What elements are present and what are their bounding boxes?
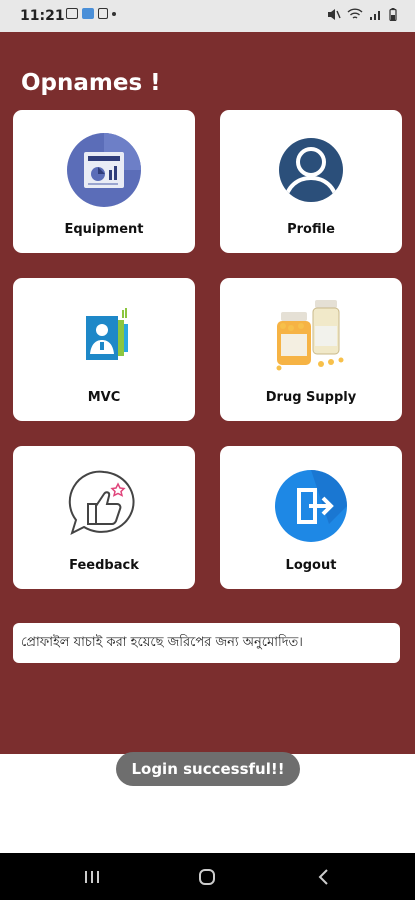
equipment-icon <box>64 130 144 210</box>
navigation-bar <box>0 853 415 900</box>
back-icon[interactable] <box>314 867 334 887</box>
mvc-icon <box>64 298 144 378</box>
mvc-label: MVC <box>87 390 121 405</box>
feedback-card[interactable]: Feedback <box>13 446 195 589</box>
wifi-icon <box>347 8 363 19</box>
feedback-icon <box>64 466 144 546</box>
equipment-card[interactable]: Equipment <box>13 110 195 253</box>
equipment-label: Equipment <box>64 222 144 237</box>
profile-label: Profile <box>287 222 335 237</box>
battery-icon <box>389 8 397 21</box>
page-title: Opnames ! <box>21 70 161 96</box>
login-toast: Login successful!! <box>116 752 300 786</box>
drug-supply-icon <box>271 298 351 378</box>
verification-message: প্রোফাইল যাচাই করা হয়েছে জরিপের জন্য অন… <box>13 623 400 663</box>
logout-label: Logout <box>285 558 337 573</box>
notification-icons <box>66 8 116 19</box>
feedback-label: Feedback <box>69 558 139 573</box>
profile-icon <box>271 130 351 210</box>
recents-icon[interactable] <box>82 867 102 887</box>
app-icon <box>82 8 94 19</box>
trash-icon <box>98 8 108 19</box>
home-icon[interactable] <box>197 867 217 887</box>
logout-icon <box>271 466 351 546</box>
status-bar: 11:21 <box>0 0 415 32</box>
profile-card[interactable]: Profile <box>220 110 402 253</box>
logout-card[interactable]: Logout <box>220 446 402 589</box>
mute-icon <box>328 9 341 20</box>
status-time: 11:21 <box>20 8 65 24</box>
mvc-card[interactable]: MVC <box>13 278 195 421</box>
drug-supply-card[interactable]: Drug Supply <box>220 278 402 421</box>
drug-supply-label: Drug Supply <box>265 390 357 405</box>
gallery-icon <box>66 8 78 19</box>
system-icons <box>327 8 397 21</box>
signal-icon <box>370 11 380 20</box>
main-panel: Opnames ! Equipment Profile MVC Drug Sup… <box>0 32 415 754</box>
dot-icon <box>112 11 116 16</box>
